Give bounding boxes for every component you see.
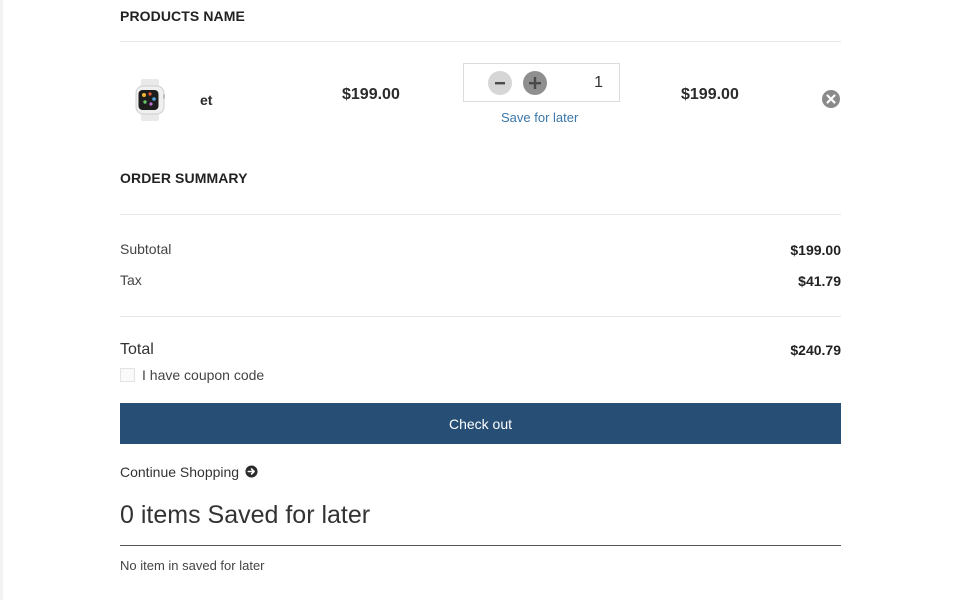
page-left-edge xyxy=(0,0,3,600)
subtotal-label: Subtotal xyxy=(120,241,172,257)
products-header: PRODUCTS NAME xyxy=(120,8,245,24)
saved-for-later-heading: 0 items Saved for later xyxy=(120,501,371,529)
close-icon xyxy=(826,94,836,104)
circle-arrow-right-icon xyxy=(245,465,258,478)
plus-icon xyxy=(529,77,541,89)
unit-price: $199.00 xyxy=(342,86,400,103)
coupon-checkbox-box[interactable] xyxy=(120,368,135,382)
subtotal-value: $199.00 xyxy=(790,242,841,258)
minus-icon xyxy=(495,82,505,85)
save-for-later-link[interactable]: Save for later xyxy=(501,110,578,125)
continue-shopping-label: Continue Shopping xyxy=(120,463,240,480)
increase-quantity-button[interactable] xyxy=(523,71,547,95)
decrease-quantity-button[interactable] xyxy=(488,71,512,95)
tax-label: Tax xyxy=(120,272,142,288)
divider xyxy=(120,41,841,42)
quantity-stepper: 1 xyxy=(463,63,620,102)
coupon-label: I have coupon code xyxy=(142,367,265,383)
divider xyxy=(120,214,841,215)
product-name[interactable]: et xyxy=(200,92,212,108)
total-label: Total xyxy=(120,341,154,358)
total-value: $240.79 xyxy=(790,342,841,358)
order-summary-header: ORDER SUMMARY xyxy=(120,170,248,186)
saved-divider xyxy=(120,545,841,546)
smartwatch-image xyxy=(135,79,165,121)
checkout-button-label: Check out xyxy=(448,415,513,432)
remove-item-button[interactable] xyxy=(822,90,840,108)
quantity-value[interactable]: 1 xyxy=(594,74,603,92)
saved-for-later-empty-message: No item in saved for later xyxy=(120,558,265,573)
divider xyxy=(120,316,841,317)
tax-value: $41.79 xyxy=(798,273,841,289)
line-total: $199.00 xyxy=(681,86,739,103)
checkout-button[interactable]: Check out xyxy=(120,403,841,444)
continue-shopping-link[interactable]: Continue Shopping xyxy=(120,463,258,481)
